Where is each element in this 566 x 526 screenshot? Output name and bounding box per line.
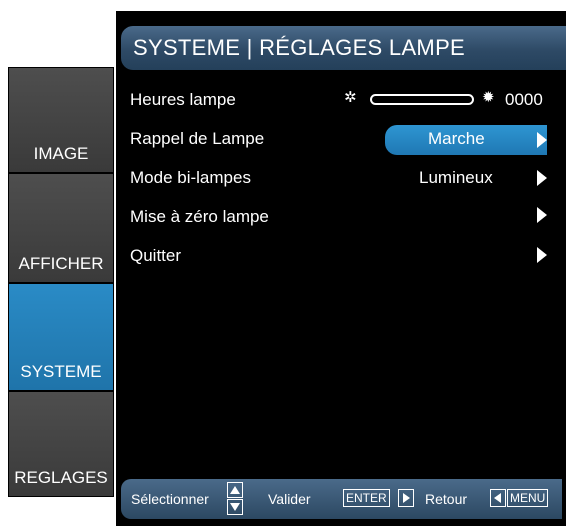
menu-item-label: Rappel de Lampe <box>130 129 265 148</box>
arrow-up-icon <box>227 482 243 498</box>
tab-reglages-label: REGLAGES <box>14 468 108 487</box>
tab-image-label: IMAGE <box>33 144 89 163</box>
menu-item-exit[interactable]: Quitter <box>130 242 560 270</box>
lamp-hours-value: 0000 <box>505 90 543 109</box>
tab-afficher[interactable]: AFFICHER <box>8 173 114 283</box>
tab-systeme-label: SYSTEME <box>20 362 102 381</box>
arrow-right-icon[interactable] <box>537 170 547 186</box>
footer-select-label: Sélectionner <box>131 491 209 507</box>
title-bar: SYSTEME | RÉGLAGES LAMPE <box>121 26 566 70</box>
menu-item-label: Heures lampe <box>130 90 236 109</box>
menu-item-lamp-hours: Heures lampe ✲ ✹ 0000 <box>130 86 560 114</box>
footer-validate-label: Valider <box>268 491 311 507</box>
arrow-down-icon <box>227 499 243 515</box>
menu-item-label: Mise à zéro lampe <box>130 207 269 226</box>
footer-help-bar: Sélectionner Valider ENTER Retour MENU <box>121 479 562 519</box>
tab-image[interactable]: IMAGE <box>8 67 114 173</box>
lamp-bright-icon: ✹ <box>482 89 495 106</box>
arrow-right-icon[interactable] <box>537 247 547 263</box>
menu-item-label: Mode bi-lampes <box>130 168 251 187</box>
arrow-right-icon[interactable] <box>537 132 547 148</box>
arrow-left-icon <box>490 489 506 507</box>
enter-key: ENTER <box>343 489 390 507</box>
menu-item-lamp-reset[interactable]: Mise à zéro lampe <box>130 203 560 231</box>
menu-item-label: Quitter <box>130 246 182 265</box>
tab-reglages[interactable]: REGLAGES <box>8 391 114 497</box>
footer-back-label: Retour <box>425 491 468 507</box>
menu-item-dual-lamp-mode[interactable]: Mode bi-lampes Lumineux <box>130 164 560 192</box>
lamp-hours-bar <box>370 94 474 105</box>
lamp-dim-icon: ✲ <box>344 89 357 106</box>
tab-systeme[interactable]: SYSTEME <box>8 283 114 391</box>
page-title: SYSTEME | RÉGLAGES LAMPE <box>133 35 466 60</box>
menu-item-lamp-reminder[interactable]: Rappel de Lampe Marche <box>130 125 560 155</box>
up-down-keys <box>227 482 243 516</box>
tab-afficher-label: AFFICHER <box>18 254 104 273</box>
arrow-right-icon <box>398 489 414 507</box>
lamp-reminder-value: Marche <box>428 129 485 148</box>
arrow-right-icon[interactable] <box>537 207 547 223</box>
dual-lamp-mode-value: Lumineux <box>419 168 493 187</box>
menu-key: MENU <box>507 489 549 507</box>
